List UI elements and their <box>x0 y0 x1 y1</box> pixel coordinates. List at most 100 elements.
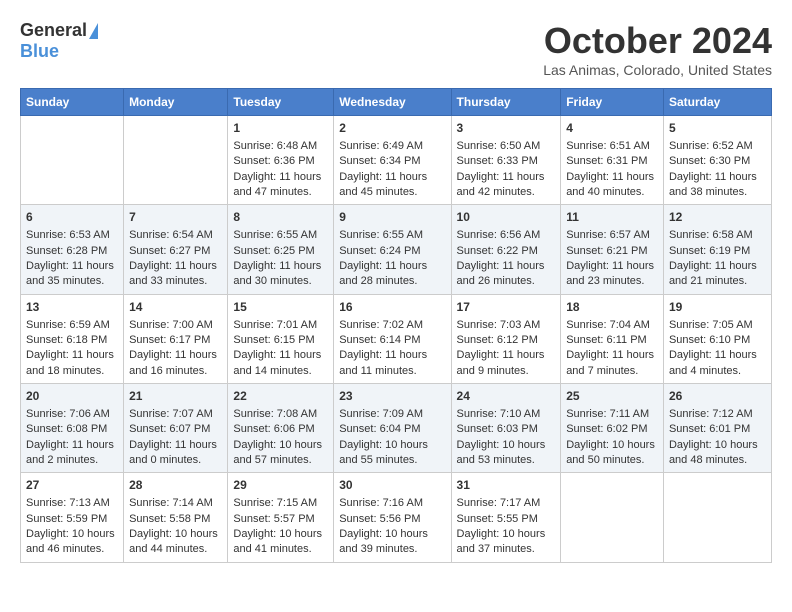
calendar-cell: 12 Sunrise: 6:58 AMSunset: 6:19 PMDayligh… <box>663 205 771 294</box>
day-info: Daylight: 10 hours and 46 minutes. <box>26 527 118 558</box>
day-number: 12 <box>669 209 766 226</box>
calendar-cell: 26Sunrise: 7:12 AMSunset: 6:01 PMDayligh… <box>663 384 771 473</box>
day-info: Sunrise: 6:58 AM <box>669 228 766 243</box>
calendar-cell: 1Sunrise: 6:48 AMSunset: 6:36 PMDaylight… <box>228 116 334 205</box>
day-info: Sunset: 6:24 PM <box>339 244 445 259</box>
day-info: Sunset: 6:02 PM <box>566 422 658 437</box>
day-info: Daylight: 11 hours and 2 minutes. <box>26 438 118 469</box>
day-info: Sunset: 6:15 PM <box>233 333 328 348</box>
calendar-cell: 21Sunrise: 7:07 AMSunset: 6:07 PMDayligh… <box>124 384 228 473</box>
day-info: Sunset: 6:28 PM <box>26 244 118 259</box>
day-info: Sunrise: 6:52 AM <box>669 139 766 154</box>
day-info: Sunrise: 7:16 AM <box>339 496 445 511</box>
calendar-cell: 3Sunrise: 6:50 AMSunset: 6:33 PMDaylight… <box>451 116 561 205</box>
calendar-cell: 25Sunrise: 7:11 AMSunset: 6:02 PMDayligh… <box>561 384 664 473</box>
day-number: 4 <box>566 120 658 137</box>
day-info: Sunset: 6:22 PM <box>457 244 556 259</box>
day-info: Daylight: 10 hours and 57 minutes. <box>233 438 328 469</box>
calendar-cell <box>124 116 228 205</box>
day-info: Sunset: 6:12 PM <box>457 333 556 348</box>
calendar-cell: 7Sunrise: 6:54 AMSunset: 6:27 PMDaylight… <box>124 205 228 294</box>
day-info: Daylight: 11 hours and 14 minutes. <box>233 348 328 379</box>
day-info: Daylight: 11 hours and 7 minutes. <box>566 348 658 379</box>
day-info: Sunrise: 6:56 AM <box>457 228 556 243</box>
day-number: 3 <box>457 120 556 137</box>
logo-icon <box>89 23 98 39</box>
day-info: Sunset: 6:14 PM <box>339 333 445 348</box>
calendar-cell: 13Sunrise: 6:59 AMSunset: 6:18 PMDayligh… <box>21 294 124 383</box>
day-info: Sunrise: 7:14 AM <box>129 496 222 511</box>
day-number: 8 <box>233 209 328 226</box>
calendar-cell: 22Sunrise: 7:08 AMSunset: 6:06 PMDayligh… <box>228 384 334 473</box>
calendar-cell: 30Sunrise: 7:16 AMSunset: 5:56 PMDayligh… <box>334 473 451 562</box>
day-number: 29 <box>233 477 328 494</box>
day-info: Sunrise: 7:01 AM <box>233 318 328 333</box>
day-info: Sunset: 6:36 PM <box>233 154 328 169</box>
day-number: 13 <box>26 299 118 316</box>
calendar-cell <box>663 473 771 562</box>
calendar-cell: 19Sunrise: 7:05 AMSunset: 6:10 PMDayligh… <box>663 294 771 383</box>
day-info: Sunset: 6:21 PM <box>566 244 658 259</box>
day-info: Sunrise: 7:09 AM <box>339 407 445 422</box>
day-info: Sunset: 6:07 PM <box>129 422 222 437</box>
week-row-1: 1Sunrise: 6:48 AMSunset: 6:36 PMDaylight… <box>21 116 772 205</box>
day-info: Sunrise: 7:03 AM <box>457 318 556 333</box>
title-section: October 2024 Las Animas, Colorado, Unite… <box>543 20 772 78</box>
day-info: Sunset: 6:10 PM <box>669 333 766 348</box>
day-info: Sunset: 6:08 PM <box>26 422 118 437</box>
day-info: Sunset: 6:30 PM <box>669 154 766 169</box>
day-info: Sunrise: 7:10 AM <box>457 407 556 422</box>
day-info: Daylight: 11 hours and 0 minutes. <box>129 438 222 469</box>
day-info: Sunset: 5:56 PM <box>339 512 445 527</box>
day-info: Sunrise: 7:06 AM <box>26 407 118 422</box>
day-number: 26 <box>669 388 766 405</box>
header-row: SundayMondayTuesdayWednesdayThursdayFrid… <box>21 89 772 116</box>
day-number: 20 <box>26 388 118 405</box>
day-info: Sunset: 6:18 PM <box>26 333 118 348</box>
day-info: Sunset: 6:04 PM <box>339 422 445 437</box>
header-cell-monday: Monday <box>124 89 228 116</box>
day-info: Daylight: 10 hours and 44 minutes. <box>129 527 222 558</box>
day-info: Daylight: 11 hours and 26 minutes. <box>457 259 556 290</box>
day-info: Daylight: 11 hours and 23 minutes. <box>566 259 658 290</box>
header-cell-tuesday: Tuesday <box>228 89 334 116</box>
calendar-cell: 23Sunrise: 7:09 AMSunset: 6:04 PMDayligh… <box>334 384 451 473</box>
week-row-5: 27Sunrise: 7:13 AMSunset: 5:59 PMDayligh… <box>21 473 772 562</box>
calendar-cell: 17Sunrise: 7:03 AMSunset: 6:12 PMDayligh… <box>451 294 561 383</box>
day-number: 22 <box>233 388 328 405</box>
day-info: Sunset: 5:57 PM <box>233 512 328 527</box>
day-info: Sunset: 6:25 PM <box>233 244 328 259</box>
day-number: 31 <box>457 477 556 494</box>
day-info: Daylight: 11 hours and 33 minutes. <box>129 259 222 290</box>
day-number: 19 <box>669 299 766 316</box>
calendar-cell: 10Sunrise: 6:56 AMSunset: 6:22 PMDayligh… <box>451 205 561 294</box>
day-info: Sunrise: 6:49 AM <box>339 139 445 154</box>
day-info: Daylight: 11 hours and 40 minutes. <box>566 170 658 201</box>
day-number: 24 <box>457 388 556 405</box>
day-number: 15 <box>233 299 328 316</box>
day-info: Sunset: 6:27 PM <box>129 244 222 259</box>
day-info: Daylight: 11 hours and 47 minutes. <box>233 170 328 201</box>
day-info: Sunset: 6:17 PM <box>129 333 222 348</box>
day-info: Sunrise: 7:15 AM <box>233 496 328 511</box>
day-info: Sunrise: 7:04 AM <box>566 318 658 333</box>
day-info: Sunrise: 6:55 AM <box>233 228 328 243</box>
day-info: Sunset: 6:06 PM <box>233 422 328 437</box>
header-cell-saturday: Saturday <box>663 89 771 116</box>
day-info: Daylight: 10 hours and 50 minutes. <box>566 438 658 469</box>
calendar-cell: 5Sunrise: 6:52 AMSunset: 6:30 PMDaylight… <box>663 116 771 205</box>
day-info: Sunset: 5:58 PM <box>129 512 222 527</box>
week-row-4: 20Sunrise: 7:06 AMSunset: 6:08 PMDayligh… <box>21 384 772 473</box>
logo-general-text: General <box>20 20 87 41</box>
day-info: Sunset: 6:19 PM <box>669 244 766 259</box>
day-number: 14 <box>129 299 222 316</box>
day-number: 18 <box>566 299 658 316</box>
calendar-table: SundayMondayTuesdayWednesdayThursdayFrid… <box>20 88 772 563</box>
day-info: Daylight: 11 hours and 38 minutes. <box>669 170 766 201</box>
calendar-cell <box>561 473 664 562</box>
day-number: 30 <box>339 477 445 494</box>
calendar-cell: 28Sunrise: 7:14 AMSunset: 5:58 PMDayligh… <box>124 473 228 562</box>
week-row-2: 6Sunrise: 6:53 AMSunset: 6:28 PMDaylight… <box>21 205 772 294</box>
day-info: Daylight: 11 hours and 21 minutes. <box>669 259 766 290</box>
day-number: 7 <box>129 209 222 226</box>
